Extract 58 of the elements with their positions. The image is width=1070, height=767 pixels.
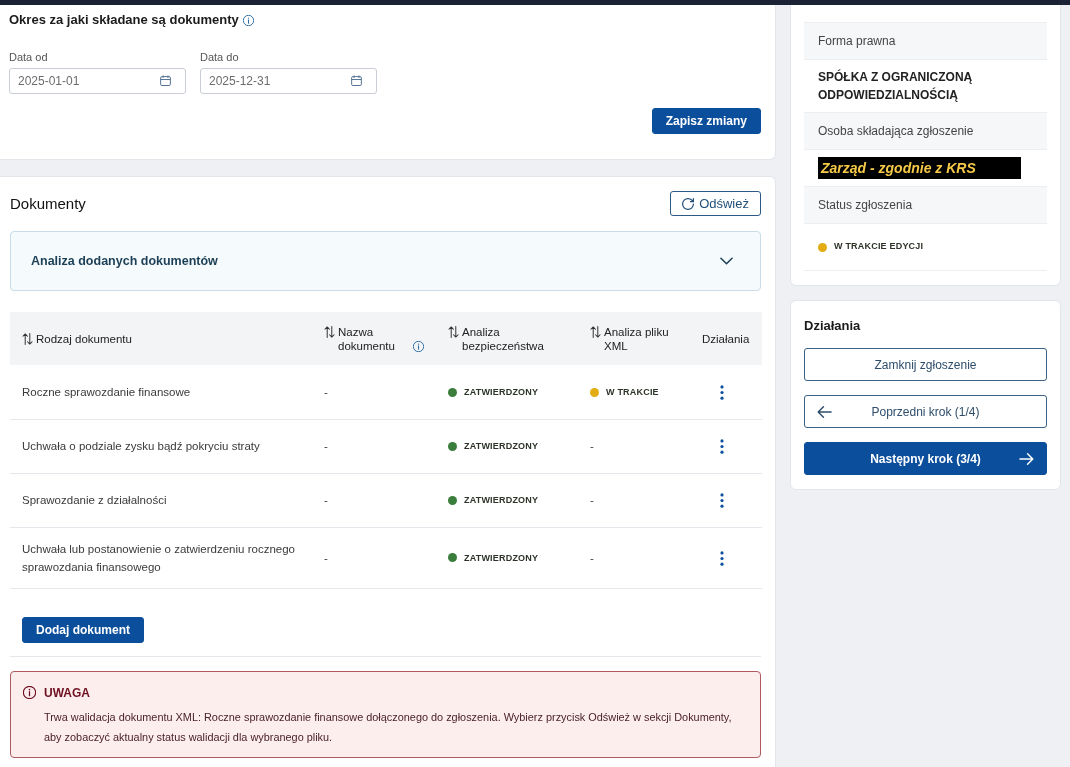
sort-icon[interactable] [590,325,601,338]
status-label: W TRAKCIE EDYCJI [834,240,924,254]
date-field[interactable]: 2025-12-31 [200,68,377,94]
more-options-icon[interactable] [720,385,724,401]
close-request-button[interactable]: Zamknij zgłoszenie [804,348,1047,381]
status-label: W TRAKCIE [606,387,659,398]
previous-step-button[interactable]: Poprzedni krok (1/4) [804,395,1047,428]
info-icon [23,686,36,699]
arrow-left-icon [817,405,832,418]
highlighted-value: Zarząd - zgodnie z KRS [818,157,1021,179]
alert-title: UWAGA [44,684,90,702]
sort-icon[interactable] [448,325,459,338]
calendar-icon[interactable] [160,75,171,86]
table-cell: - [312,419,436,473]
status-label: ZATWIERDZONY [464,387,539,398]
more-options-icon[interactable] [720,493,724,509]
refresh-icon [682,197,695,210]
sort-icon[interactable] [324,325,335,338]
status-label: ZATWIERDZONY [464,495,539,506]
calendar-icon[interactable] [351,75,362,86]
table-cell: Sprawozdanie z działalności [10,473,312,527]
column-header[interactable]: Analiza pliku XML [604,324,678,353]
add-document-button[interactable]: Dodaj dokument [22,616,144,643]
field-label: Status zgłoszenia [804,186,1047,223]
status-label: ZATWIERDZONY [464,441,539,452]
arrow-right-icon [1019,452,1034,465]
column-header[interactable]: Rodzaj dokumentu [36,331,132,346]
next-step-button[interactable]: Następny krok (3/4) [804,442,1047,475]
section-title: Działania [804,317,862,335]
status-label: ZATWIERDZONY [464,553,539,563]
table-cell: Uchwała o podziale zysku bądź pokryciu straty [10,419,312,473]
info-icon[interactable] [413,340,424,352]
save-button[interactable]: Zapisz zmiany [651,108,761,134]
alert-message: Trwa walidacja dokumentu XML: Roczne sprawozdanie finansowe dołączonego do zgłoszenia. Wybierz przycisk Odśwież w sekcji Dokumenty, aby zobaczyć aktualny status walidacji dla wybranego pliku. [44,709,733,745]
more-options-icon[interactable] [720,550,724,566]
field-label: Osoba składająca zgłoszenie [804,112,1047,149]
column-header[interactable]: Nazwa dokumentu [338,324,410,353]
more-options-icon[interactable] [720,439,724,455]
refresh-button[interactable]: Odśwież [670,191,761,216]
accordion-header[interactable]: Analiza dodanych dokumentów [10,231,761,291]
table-cell: - [312,365,436,419]
table-cell: - [312,527,436,588]
section-title: Dokumenty [10,193,86,214]
table-cell: Uchwała lub postanowienie o zatwierdzeniu rocznego sprawozdania finansowego [10,527,312,588]
section-title: Okres za jaki składane są dokumenty [9,12,239,27]
info-icon[interactable] [242,15,254,26]
sort-icon[interactable] [22,332,33,345]
table-cell: - [578,419,690,473]
field-label: Forma prawna [804,22,1047,59]
date-field[interactable]: 2025-01-01 [9,68,186,94]
column-header[interactable]: Działania [702,331,750,346]
table-cell: Roczne sprawozdanie finansowe [10,365,312,419]
table-cell: - [578,473,690,527]
field-label: Data do [200,50,240,64]
field-label: Data od [9,50,49,64]
table-cell: - [578,527,690,588]
table-cell: - [312,473,436,527]
column-header[interactable]: Analiza bezpieczeństwa [462,324,566,353]
